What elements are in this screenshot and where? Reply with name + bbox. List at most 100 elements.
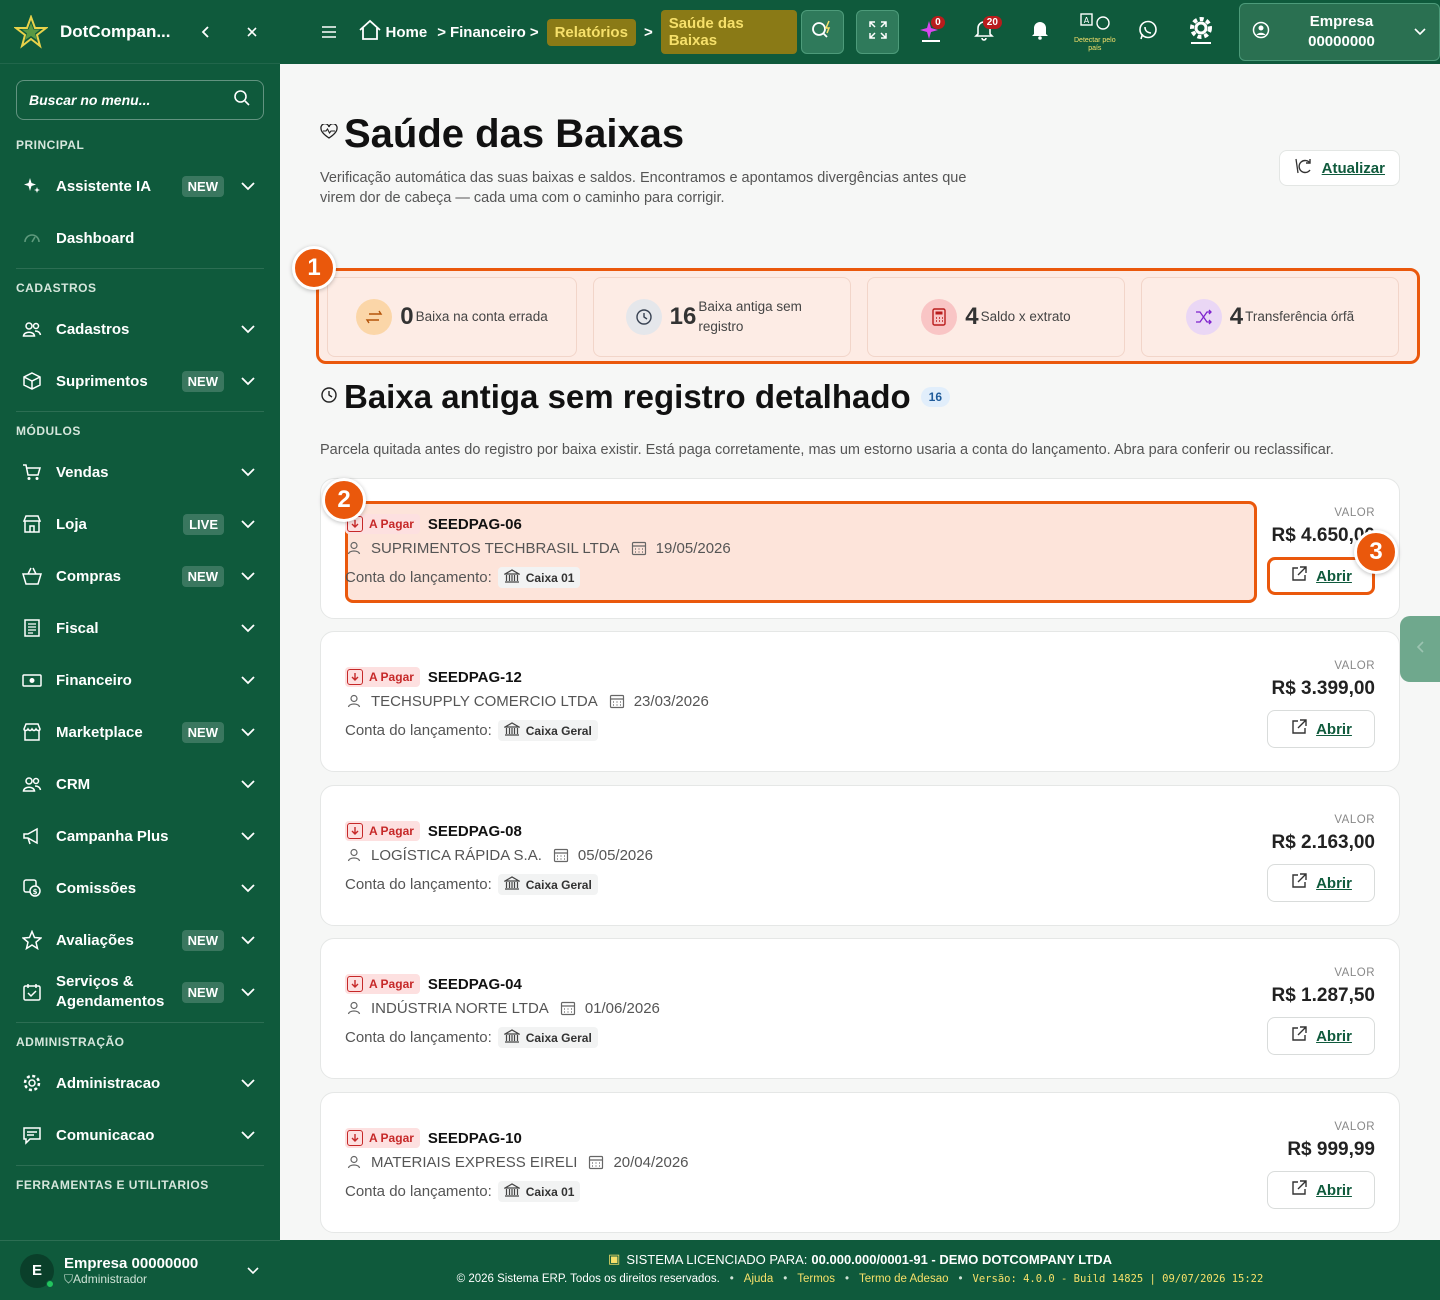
sidebar-item-financeiro[interactable]: Financeiro (0, 654, 280, 706)
chevron-down-icon[interactable] (238, 618, 258, 638)
open-record-button[interactable]: Abrir (1267, 1017, 1375, 1055)
sidebar-item-comissoes[interactable]: $ Comissões (0, 862, 280, 914)
close-icon[interactable] (238, 18, 266, 46)
value-label: VALOR (1334, 660, 1375, 672)
record-value: R$ 2.163,00 (1271, 832, 1375, 853)
chevron-down-icon[interactable] (238, 1073, 258, 1093)
stat-card-baixa-conta-errada[interactable]: 0 Baixa na conta errada (327, 277, 577, 357)
sidebar-item-compras[interactable]: Compras NEW (0, 550, 280, 602)
record-date: 01/06/2026 (584, 999, 660, 1017)
separator-dot: • (729, 1273, 734, 1285)
chevron-down-icon[interactable] (238, 670, 258, 690)
chevron-down-icon[interactable] (238, 514, 258, 534)
fullscreen-button[interactable] (856, 10, 900, 54)
quick-search-button[interactable] (800, 10, 845, 54)
chevron-down-icon[interactable] (238, 982, 258, 1002)
chevron-down-icon[interactable] (238, 319, 258, 339)
section-principal: PRINCIPAL (16, 138, 85, 152)
open-record-button[interactable]: Abrir (1267, 1171, 1375, 1209)
help-link[interactable]: Ajuda (744, 1273, 773, 1285)
whatsapp-button[interactable] (1126, 10, 1169, 54)
version-info: Versão: 4.0.0 - Build 14825 | 09/07/2026… (972, 1273, 1264, 1285)
chevron-down-icon[interactable] (238, 826, 258, 846)
chevron-down-icon[interactable] (238, 722, 258, 742)
menu-search[interactable] (16, 80, 264, 120)
callout-marker-3: 3 (1354, 530, 1398, 574)
open-label: Abrir (1316, 567, 1352, 585)
user-profile[interactable]: E Empresa 00000000 ⛉Administrador (0, 1240, 280, 1300)
arrows-swap-icon (356, 299, 393, 335)
detect-country-button[interactable]: A Detectar pelo país (1073, 10, 1116, 54)
adhesion-terms-link[interactable]: Termo de Adesao (859, 1273, 949, 1285)
record-date: 05/05/2026 (577, 846, 653, 864)
sidebar-item-suprimentos[interactable]: Suprimentos NEW (0, 355, 280, 407)
record-id: SEEDPAG-06 (427, 515, 522, 533)
open-record-button[interactable]: Abrir (1267, 710, 1375, 748)
record-date: 19/05/2026 (655, 539, 731, 557)
chevron-down-icon[interactable] (238, 462, 258, 482)
sidebar-item-assistente-ia[interactable]: Assistente IA NEW (0, 160, 280, 212)
sidebar-item-servicos[interactable]: Serviços & Agendamentos NEW (0, 966, 280, 1018)
company-id: 00000000 (1308, 33, 1375, 50)
sidebar-item-dashboard[interactable]: Dashboard (0, 212, 280, 264)
stat-card-baixa-antiga[interactable]: 16 Baixa antiga sem registro (593, 277, 851, 357)
sidebar-item-vendas[interactable]: Vendas (0, 446, 280, 498)
new-badge: NEW (181, 981, 224, 1003)
chevron-down-icon[interactable] (246, 1262, 260, 1280)
user-circle-icon (1252, 21, 1270, 44)
record-value: R$ 999,99 (1287, 1139, 1375, 1160)
stat-value: 4 (1229, 303, 1244, 330)
sidebar-item-cadastros[interactable]: Cadastros (0, 303, 280, 355)
bank-icon (502, 722, 522, 739)
crumb-financeiro[interactable]: Financeiro (450, 24, 526, 41)
account-label: Conta do lançamento: (345, 1183, 492, 1200)
chevron-down-icon[interactable] (238, 878, 258, 898)
stat-card-saldo-extrato[interactable]: 4 Saldo x extrato (867, 277, 1125, 357)
sidebar-item-crm[interactable]: CRM (0, 758, 280, 810)
clock-icon (625, 299, 662, 335)
calendar-check-icon (22, 982, 42, 1002)
sidebar-item-administracao[interactable]: Administracao (0, 1057, 280, 1109)
live-badge: LIVE (183, 513, 224, 535)
message-icon (22, 1125, 42, 1145)
sidebar-item-campanha-plus[interactable]: Campanha Plus (0, 810, 280, 862)
sidebar-item-comunicacao[interactable]: Comunicacao (0, 1109, 280, 1161)
external-link-icon (1290, 565, 1308, 587)
crumb-home[interactable]: Home (358, 19, 427, 45)
company-selector[interactable]: Empresa 00000000 (1238, 3, 1440, 61)
star-logo-icon (14, 14, 48, 49)
sidebar-item-fiscal[interactable]: Fiscal (0, 602, 280, 654)
chevron-down-icon[interactable] (238, 774, 258, 794)
chevron-down-icon[interactable] (238, 930, 258, 950)
refresh-button[interactable]: Atualizar (1278, 150, 1400, 186)
settings-button[interactable] (1180, 10, 1223, 54)
alerts-button[interactable] (1018, 10, 1061, 54)
separator-dot: • (783, 1273, 788, 1285)
notifications-button[interactable]: 20 (963, 10, 1006, 54)
bell-filled-icon (1031, 20, 1049, 45)
sidebar-item-marketplace[interactable]: Marketplace NEW (0, 706, 280, 758)
main-content: Saúde das Baixas Verificação automática … (280, 64, 1440, 1240)
open-record-button[interactable]: Abrir (1267, 864, 1375, 902)
chevron-down-icon[interactable] (238, 176, 258, 196)
record-id: SEEDPAG-10 (427, 1129, 522, 1147)
chevron-down-icon[interactable] (238, 1125, 258, 1145)
bank-icon (502, 1029, 522, 1046)
sidebar-item-avaliacoes[interactable]: Avaliações NEW (0, 914, 280, 966)
chevron-down-icon[interactable] (238, 566, 258, 586)
collapse-sidebar-icon[interactable] (192, 18, 220, 46)
chevron-down-icon[interactable] (238, 371, 258, 391)
svg-text:$: $ (33, 888, 38, 896)
ai-assistant-button[interactable]: 0 (909, 10, 952, 54)
hamburger-menu-icon[interactable] (314, 26, 344, 38)
callout-marker-1: 1 (292, 246, 336, 290)
sidebar-item-loja[interactable]: Loja LIVE (0, 498, 280, 550)
terms-link[interactable]: Termos (797, 1273, 835, 1285)
gear-icon (1187, 15, 1215, 50)
search-icon[interactable] (233, 89, 251, 112)
bank-icon (502, 569, 522, 586)
menu-search-input[interactable] (29, 92, 233, 108)
crumb-relatorios[interactable]: Relatórios (546, 18, 636, 46)
side-panel-toggle[interactable] (1400, 616, 1440, 682)
stat-card-transferencia-orfa[interactable]: 4 Transferência órfã (1141, 277, 1399, 357)
